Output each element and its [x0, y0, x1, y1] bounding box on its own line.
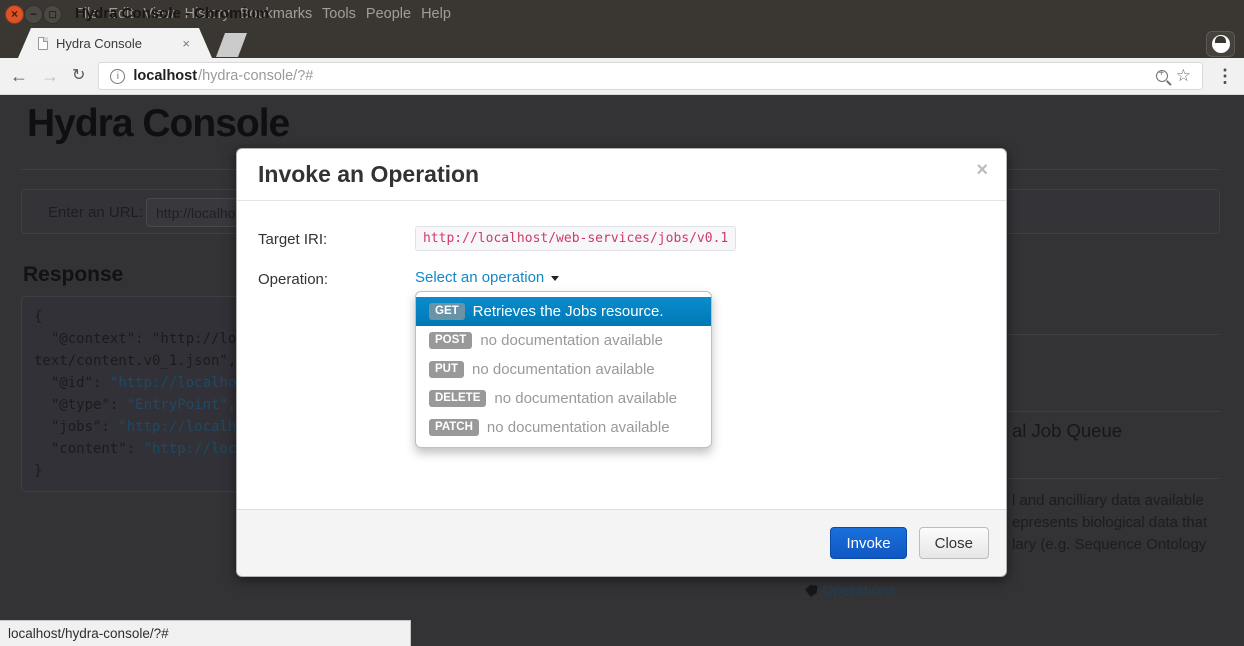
method-badge: GET	[429, 303, 465, 321]
doc-paragraph-line: epresents biological data that	[1012, 514, 1207, 531]
target-iri-label: Target IRI:	[258, 231, 327, 248]
dropdown-item-desc: no documentation available	[472, 361, 655, 378]
site-info-icon[interactable]: i	[110, 69, 125, 84]
invoke-button[interactable]: Invoke	[830, 527, 906, 559]
doc-paragraph-line: lary (e.g. Sequence Ontology	[1012, 536, 1206, 553]
forward-icon: →	[41, 67, 59, 85]
tab-close-icon[interactable]: ×	[182, 36, 190, 51]
invoke-operation-modal: Invoke an Operation × Target IRI: http:/…	[236, 148, 1007, 577]
close-button[interactable]: Close	[919, 527, 989, 559]
person-icon	[1212, 35, 1230, 53]
operation-dropdown-toggle[interactable]: Select an operation	[415, 269, 559, 286]
window-minimize-icon[interactable]: −	[24, 5, 43, 24]
url-host: localhost	[133, 68, 197, 84]
modal-header: Invoke an Operation ×	[237, 149, 1006, 201]
tab-title: Hydra Console	[56, 36, 174, 51]
new-tab-button[interactable]	[216, 33, 247, 57]
dropdown-item-post[interactable]: POST no documentation available	[416, 326, 711, 355]
modal-close-icon[interactable]: ×	[976, 159, 988, 182]
status-url-bubble: localhost/hydra-console/?#	[0, 620, 411, 646]
operation-label: Operation:	[258, 271, 328, 288]
dropdown-item-delete[interactable]: DELETE no documentation available	[416, 384, 711, 413]
url-bar[interactable]: i localhost /hydra-console/?# ☆	[98, 62, 1203, 90]
response-heading: Response	[23, 263, 123, 287]
method-badge: DELETE	[429, 390, 486, 408]
method-badge: POST	[429, 332, 472, 350]
modal-footer: Invoke Close	[237, 509, 1006, 576]
caret-down-icon	[551, 276, 559, 281]
profile-avatar-button[interactable]	[1206, 31, 1235, 57]
url-path: /hydra-console/?#	[198, 68, 313, 84]
window-maximize-icon[interactable]: ▢	[43, 5, 62, 24]
dropdown-item-get[interactable]: GET Retrieves the Jobs resource.	[416, 297, 711, 326]
modal-body: Target IRI: http://localhost/web-service…	[237, 201, 1006, 510]
modal-title: Invoke an Operation	[258, 161, 479, 188]
reload-icon[interactable]: ↻	[72, 68, 85, 84]
window-title: Hydra Console - Chromium	[75, 5, 269, 22]
operations-link[interactable]: Operations	[805, 582, 895, 599]
operation-toggle-label: Select an operation	[415, 269, 544, 286]
dropdown-item-desc: no documentation available	[494, 390, 677, 407]
window-frame: × − ▢ File Edit View History Bookmarks T…	[0, 0, 1244, 58]
dropdown-item-desc: no documentation available	[480, 332, 663, 349]
page-title: Hydra Console	[27, 102, 289, 146]
zoom-page-icon[interactable]	[1156, 70, 1168, 82]
dropdown-item-desc: Retrieves the Jobs resource.	[473, 303, 664, 320]
back-icon[interactable]: ←	[10, 67, 28, 85]
browser-toolbar: ← → ↻ i localhost /hydra-console/?# ☆ ⋮	[0, 58, 1244, 95]
dropdown-item-desc: no documentation available	[487, 419, 670, 436]
dropdown-item-patch[interactable]: PATCH no documentation available	[416, 413, 711, 442]
target-iri-value: http://localhost/web-services/jobs/v0.1	[415, 226, 736, 251]
operations-link-label: Operations	[822, 582, 895, 599]
browser-menu-icon[interactable]: ⋮	[1216, 66, 1234, 87]
page-favicon-icon	[38, 37, 48, 50]
method-badge: PATCH	[429, 419, 479, 437]
bookmark-star-icon[interactable]: ☆	[1176, 66, 1191, 86]
job-queue-heading: al Job Queue	[1012, 420, 1122, 442]
doc-paragraph-line: l and ancilliary data available	[1012, 492, 1204, 509]
window-close-icon[interactable]: ×	[5, 5, 24, 24]
tag-icon	[804, 584, 818, 598]
browser-tab[interactable]: Hydra Console ×	[18, 28, 212, 58]
operation-dropdown-menu: GET Retrieves the Jobs resource. POST no…	[415, 291, 712, 448]
method-badge: PUT	[429, 361, 464, 379]
dropdown-item-put[interactable]: PUT no documentation available	[416, 355, 711, 384]
url-form-label: Enter an URL:	[48, 204, 143, 221]
